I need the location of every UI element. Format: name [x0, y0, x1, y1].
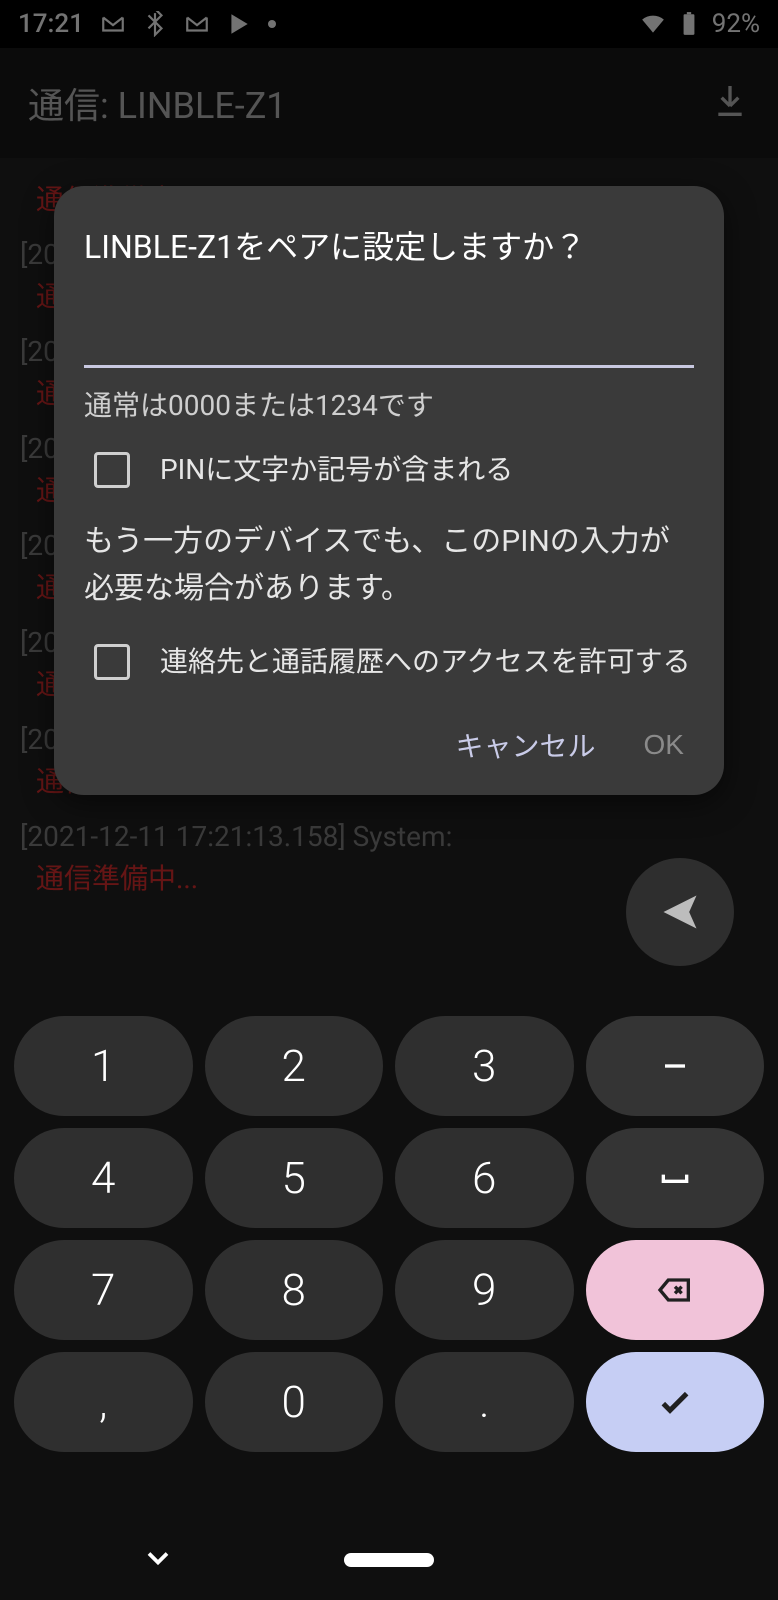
key-4[interactable]: 4	[14, 1128, 193, 1228]
pin-alphanumeric-checkbox[interactable]	[94, 452, 130, 488]
navigation-bar	[0, 1520, 778, 1600]
keyboard-hide-icon[interactable]	[140, 1540, 176, 1580]
key-backspace[interactable]	[586, 1240, 765, 1340]
key-8[interactable]: 8	[205, 1240, 384, 1340]
numeric-keyboard: 1 2 3 4 5 6 7 8 9 , 0 .	[0, 996, 778, 1600]
allow-contacts-checkbox[interactable]	[94, 644, 130, 680]
dialog-title: LINBLE-Z1をペアに設定しますか？	[84, 222, 694, 268]
key-3[interactable]: 3	[395, 1016, 574, 1116]
key-space[interactable]	[586, 1128, 765, 1228]
key-1[interactable]: 1	[14, 1016, 193, 1116]
key-period[interactable]: .	[395, 1352, 574, 1452]
key-dash[interactable]	[586, 1016, 765, 1116]
pin-input[interactable]	[84, 318, 694, 368]
cancel-button[interactable]: キャンセル	[456, 725, 596, 765]
pairing-dialog: LINBLE-Z1をペアに設定しますか？ 通常は0000または1234です PI…	[54, 186, 724, 795]
key-comma[interactable]: ,	[14, 1352, 193, 1452]
pairing-info: もう一方のデバイスでも、このPINの入力が必要な場合があります。	[84, 519, 694, 612]
ok-button[interactable]: OK	[644, 725, 684, 765]
pin-alphanumeric-label: PINに文字か記号が含まれる	[160, 450, 513, 489]
allow-contacts-label: 連絡先と通話履歴へのアクセスを許可する	[160, 642, 691, 681]
send-button[interactable]	[626, 858, 734, 966]
key-5[interactable]: 5	[205, 1128, 384, 1228]
pin-hint: 通常は0000または1234です	[84, 384, 694, 424]
key-7[interactable]: 7	[14, 1240, 193, 1340]
home-gesture-pill[interactable]	[344, 1553, 434, 1567]
key-6[interactable]: 6	[395, 1128, 574, 1228]
key-0[interactable]: 0	[205, 1352, 384, 1452]
key-9[interactable]: 9	[395, 1240, 574, 1340]
key-enter[interactable]	[586, 1352, 765, 1452]
key-2[interactable]: 2	[205, 1016, 384, 1116]
